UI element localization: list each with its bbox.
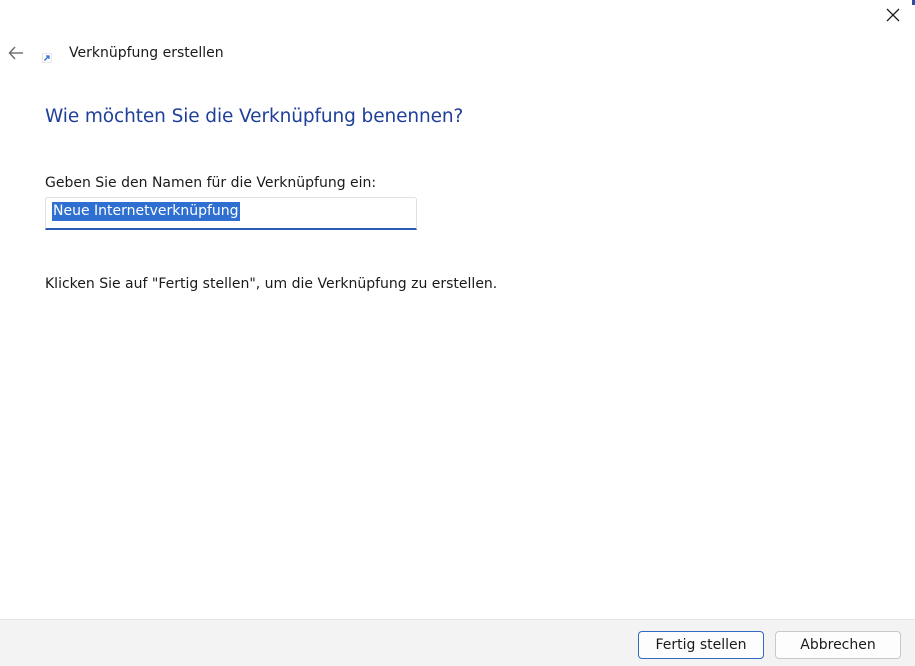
finish-button[interactable]: Fertig stellen [638,631,764,659]
shortcut-name-label: Geben Sie den Namen für die Verknüpfung … [45,175,377,191]
finish-hint-text: Klicken Sie auf "Fertig stellen", um die… [45,276,498,292]
page-heading: Wie möchten Sie die Verknüpfung benennen… [45,106,464,127]
close-icon [886,8,900,22]
create-shortcut-dialog: Verknüpfung erstellen Wie möchten Sie di… [0,0,915,666]
dialog-footer: Fertig stellen Abbrechen [0,619,915,666]
close-button[interactable] [879,2,907,28]
shortcut-arrow-icon [42,53,52,63]
shortcut-name-input[interactable]: Neue Internetverknüpfung [45,197,417,230]
back-arrow-icon [8,46,23,60]
back-button[interactable] [4,42,28,64]
shortcut-name-selected-text: Neue Internetverknüpfung [52,202,240,221]
cancel-button[interactable]: Abbrechen [775,631,901,659]
dialog-title: Verknüpfung erstellen [69,45,224,61]
